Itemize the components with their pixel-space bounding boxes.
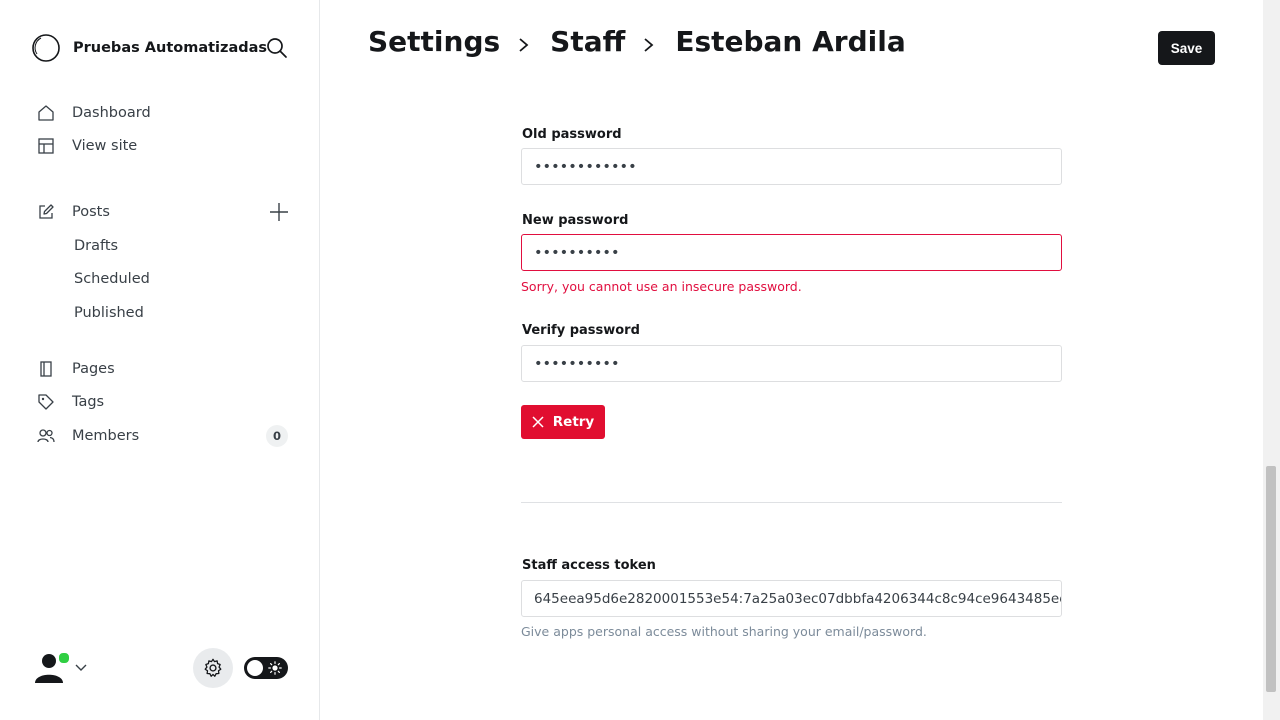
toggle-knob — [247, 660, 263, 676]
breadcrumb-settings[interactable]: Settings — [368, 25, 500, 58]
nav-posts-label: Posts — [72, 204, 110, 220]
nav-scheduled[interactable]: Scheduled — [74, 266, 150, 292]
nav-published[interactable]: Published — [74, 300, 144, 326]
save-button[interactable]: Save — [1158, 31, 1215, 65]
members-count-badge: 0 — [266, 425, 288, 447]
tag-icon — [36, 392, 56, 412]
members-icon — [36, 426, 56, 446]
retry-button[interactable]: Retry — [521, 405, 605, 439]
breadcrumb: Settings Staff Esteban Ardila — [368, 25, 906, 58]
nav-dashboard-label: Dashboard — [72, 105, 151, 121]
nav-posts[interactable]: Posts — [36, 198, 110, 226]
sun-icon — [268, 661, 282, 675]
chevron-down-icon — [75, 664, 87, 671]
nav-tags-label: Tags — [72, 394, 105, 410]
new-password-label: New password — [522, 213, 629, 228]
home-icon — [36, 103, 56, 123]
online-status-dot — [58, 652, 70, 664]
old-password-field[interactable] — [521, 148, 1062, 185]
site-logo-icon — [32, 34, 60, 62]
old-password-label: Old password — [522, 127, 622, 142]
new-password-field[interactable] — [521, 234, 1062, 271]
staff-token-field[interactable]: 645eea95d6e2820001553e54:7a25a03ec07dbbf… — [521, 580, 1062, 617]
dark-mode-toggle[interactable] — [244, 657, 288, 679]
add-post-icon[interactable] — [267, 200, 291, 224]
nav-dashboard[interactable]: Dashboard — [36, 99, 151, 127]
breadcrumb-staff[interactable]: Staff — [550, 25, 625, 58]
brand[interactable]: Pruebas Automatizadas — [32, 32, 267, 64]
search-icon[interactable] — [265, 36, 289, 60]
nav-members-label: Members — [72, 428, 140, 444]
nav-pages[interactable]: Pages — [36, 355, 115, 383]
staff-token-label: Staff access token — [522, 558, 656, 573]
nav-view-site[interactable]: View site — [36, 132, 137, 160]
nav-view-site-label: View site — [72, 138, 138, 154]
nav-tags[interactable]: Tags — [36, 388, 104, 416]
section-divider — [521, 502, 1062, 503]
user-menu[interactable] — [32, 650, 88, 684]
staff-token-hint: Give apps personal access without sharin… — [521, 624, 927, 639]
close-icon — [532, 416, 544, 428]
site-name: Pruebas Automatizadas — [73, 40, 268, 56]
page-icon — [36, 359, 56, 379]
nav-drafts[interactable]: Drafts — [74, 233, 118, 259]
staff-token-value: 645eea95d6e2820001553e54:7a25a03ec07dbbf… — [534, 590, 1062, 607]
edit-icon — [36, 202, 56, 222]
new-password-error: Sorry, you cannot use an insecure passwo… — [521, 279, 802, 294]
avatar — [32, 650, 70, 684]
chevron-right-icon — [519, 37, 529, 52]
settings-button[interactable] — [193, 648, 233, 688]
nav-members[interactable]: Members — [36, 422, 139, 450]
verify-password-field[interactable] — [521, 345, 1062, 382]
scrollbar-thumb[interactable] — [1266, 466, 1276, 692]
page-scrollbar[interactable] — [1263, 0, 1280, 720]
sidebar: Pruebas Automatizadas Dashboard View sit… — [0, 0, 320, 720]
gear-icon — [204, 658, 222, 677]
chevron-right-icon — [644, 37, 654, 52]
verify-password-label: Verify password — [522, 323, 640, 338]
nav-pages-label: Pages — [72, 361, 115, 377]
layout-icon — [36, 136, 56, 156]
page-title: Esteban Ardila — [675, 25, 906, 58]
retry-label: Retry — [552, 414, 595, 430]
